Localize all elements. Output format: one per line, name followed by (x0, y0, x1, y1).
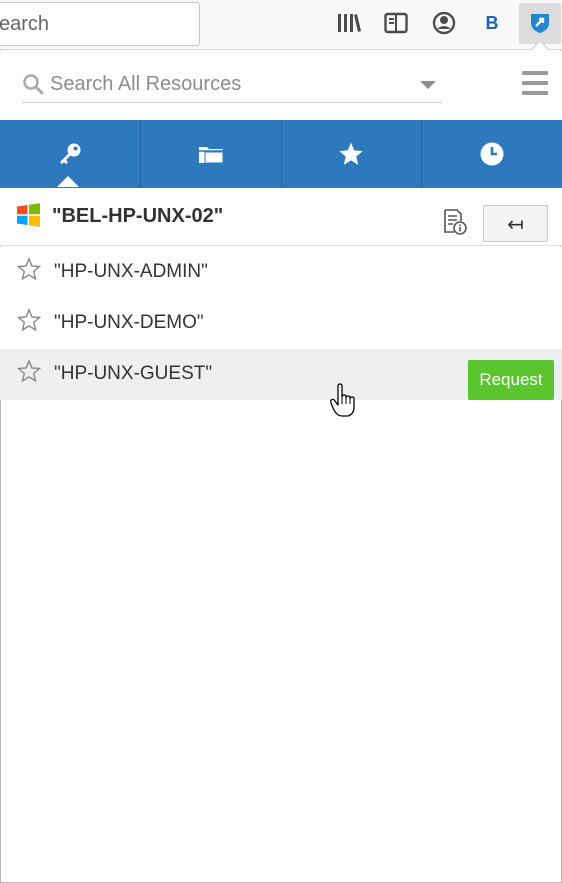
account-label: "HP-UNX-DEMO" (54, 312, 204, 333)
tab-folders[interactable] (139, 120, 281, 188)
clock-icon (480, 142, 504, 166)
search-input[interactable] (50, 69, 420, 99)
hand-cursor-icon (330, 383, 355, 417)
resource-info-icon[interactable] (442, 209, 468, 235)
account-label: "HP-UNX-ADMIN" (54, 261, 208, 282)
active-tab-indicator (57, 176, 79, 187)
star-icon (339, 142, 364, 165)
folder-icon (198, 147, 224, 164)
resource-header: "BEL-HP-UNX-02" ↤ (0, 188, 562, 246)
list-item[interactable]: "HP-UNX-ADMIN" (0, 247, 562, 298)
favorite-star-icon[interactable] (17, 257, 41, 281)
tab-favorites[interactable] (280, 120, 422, 188)
favorite-star-icon[interactable] (17, 359, 41, 383)
search-field[interactable] (22, 67, 442, 103)
popup-pointer (531, 42, 549, 51)
search-icon (23, 74, 44, 95)
back-arrow-icon: ↤ (507, 211, 524, 236)
search-row (0, 51, 562, 120)
windows-logo-icon (17, 203, 40, 227)
search-dropdown-arrow-icon[interactable] (420, 81, 436, 89)
sidebar-icon[interactable] (383, 10, 409, 36)
request-button[interactable]: Request (468, 360, 554, 400)
menu-icon[interactable] (522, 71, 548, 95)
account-list: "HP-UNX-ADMIN" "HP-UNX-DEMO" "HP-UNX-GUE… (0, 247, 562, 400)
account-icon[interactable] (431, 10, 457, 36)
bold-b-icon[interactable]: B (479, 10, 505, 36)
key-icon (59, 143, 81, 164)
browser-search-box[interactable]: earch (0, 2, 200, 46)
library-icon[interactable] (336, 10, 362, 36)
extension-shield-icon[interactable] (527, 10, 553, 36)
account-label: "HP-UNX-GUEST" (54, 363, 213, 384)
list-item[interactable]: "HP-UNX-GUEST" Request (0, 349, 562, 400)
back-button[interactable]: ↤ (483, 205, 548, 242)
category-tabs (0, 120, 562, 188)
list-item[interactable]: "HP-UNX-DEMO" (0, 298, 562, 349)
resource-title: "BEL-HP-UNX-02" (52, 205, 224, 227)
browser-toolbar: earch B (0, 0, 562, 51)
tab-recent[interactable] (421, 120, 562, 188)
favorite-star-icon[interactable] (17, 308, 41, 332)
